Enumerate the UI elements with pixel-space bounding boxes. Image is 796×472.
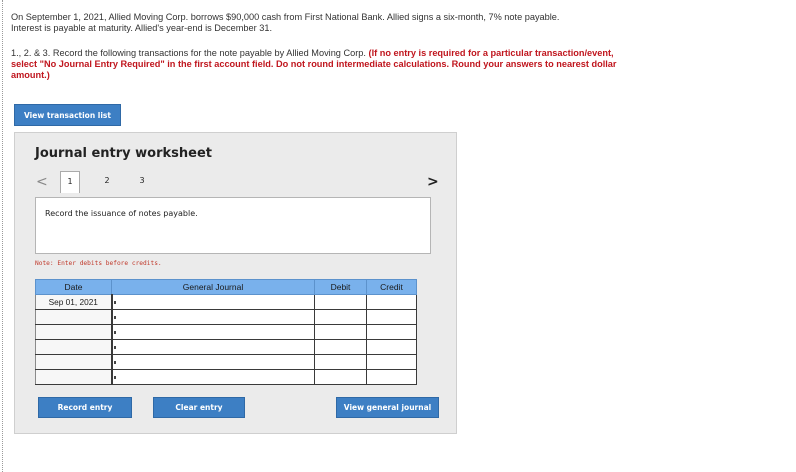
- debit-input[interactable]: [314, 354, 367, 370]
- journal-header-row: Date General Journal Debit Credit: [35, 279, 417, 295]
- chevron-left-icon[interactable]: <: [36, 175, 48, 189]
- date-cell: Sep 01, 2021: [35, 294, 113, 310]
- credit-input[interactable]: [366, 354, 417, 370]
- view-transaction-list-button[interactable]: View transaction list: [14, 104, 121, 126]
- journal-entry-worksheet: Journal entry worksheet < 1 2 3 > Record…: [14, 132, 457, 434]
- journal-row: [35, 324, 417, 340]
- transaction-description-box: Record the issuance of notes payable.: [35, 197, 431, 254]
- instructions-prefix: 1., 2. & 3. Record the following transac…: [11, 48, 366, 58]
- tab-2[interactable]: 2: [97, 171, 117, 193]
- journal-row: [35, 339, 417, 355]
- debit-input[interactable]: [314, 309, 367, 325]
- problem-line-1: On September 1, 2021, Allied Moving Corp…: [11, 12, 560, 22]
- credit-header: Credit: [366, 279, 417, 295]
- debit-credit-note: Note: Enter debits before credits.: [35, 260, 162, 267]
- debit-input[interactable]: [314, 339, 367, 355]
- account-select[interactable]: [111, 354, 315, 370]
- journal-table: Date General Journal Debit Credit Sep 01…: [35, 279, 417, 385]
- date-cell: [35, 354, 113, 370]
- debit-input[interactable]: [314, 294, 367, 310]
- problem-line-2: Interest is payable at maturity. Allied'…: [11, 23, 272, 33]
- record-entry-button[interactable]: Record entry: [38, 397, 132, 418]
- credit-input[interactable]: [366, 309, 417, 325]
- view-general-journal-button[interactable]: View general journal: [336, 397, 439, 418]
- transaction-description: Record the issuance of notes payable.: [45, 209, 198, 218]
- date-cell: [35, 369, 113, 385]
- general-journal-header: General Journal: [111, 279, 315, 295]
- debit-header: Debit: [314, 279, 367, 295]
- date-cell: [35, 309, 113, 325]
- journal-row: [35, 369, 417, 385]
- credit-input[interactable]: [366, 324, 417, 340]
- tab-3[interactable]: 3: [132, 171, 152, 193]
- account-select[interactable]: [111, 309, 315, 325]
- credit-input[interactable]: [366, 294, 417, 310]
- credit-input[interactable]: [366, 369, 417, 385]
- account-select[interactable]: [111, 294, 315, 310]
- tab-1[interactable]: 1: [60, 171, 80, 193]
- debit-input[interactable]: [314, 324, 367, 340]
- debit-input[interactable]: [314, 369, 367, 385]
- credit-input[interactable]: [366, 339, 417, 355]
- clear-entry-button[interactable]: Clear entry: [153, 397, 245, 418]
- journal-row: Sep 01, 2021: [35, 294, 417, 310]
- journal-row: [35, 309, 417, 325]
- date-cell: [35, 339, 113, 355]
- left-border: [2, 0, 3, 472]
- date-cell: [35, 324, 113, 340]
- account-select[interactable]: [111, 369, 315, 385]
- worksheet-title: Journal entry worksheet: [35, 146, 212, 161]
- date-header: Date: [35, 279, 112, 295]
- journal-row: [35, 354, 417, 370]
- account-select[interactable]: [111, 339, 315, 355]
- chevron-right-icon[interactable]: >: [427, 175, 439, 189]
- instructions: 1., 2. & 3. Record the following transac…: [11, 48, 631, 81]
- account-select[interactable]: [111, 324, 315, 340]
- problem-statement: On September 1, 2021, Allied Moving Corp…: [11, 12, 651, 34]
